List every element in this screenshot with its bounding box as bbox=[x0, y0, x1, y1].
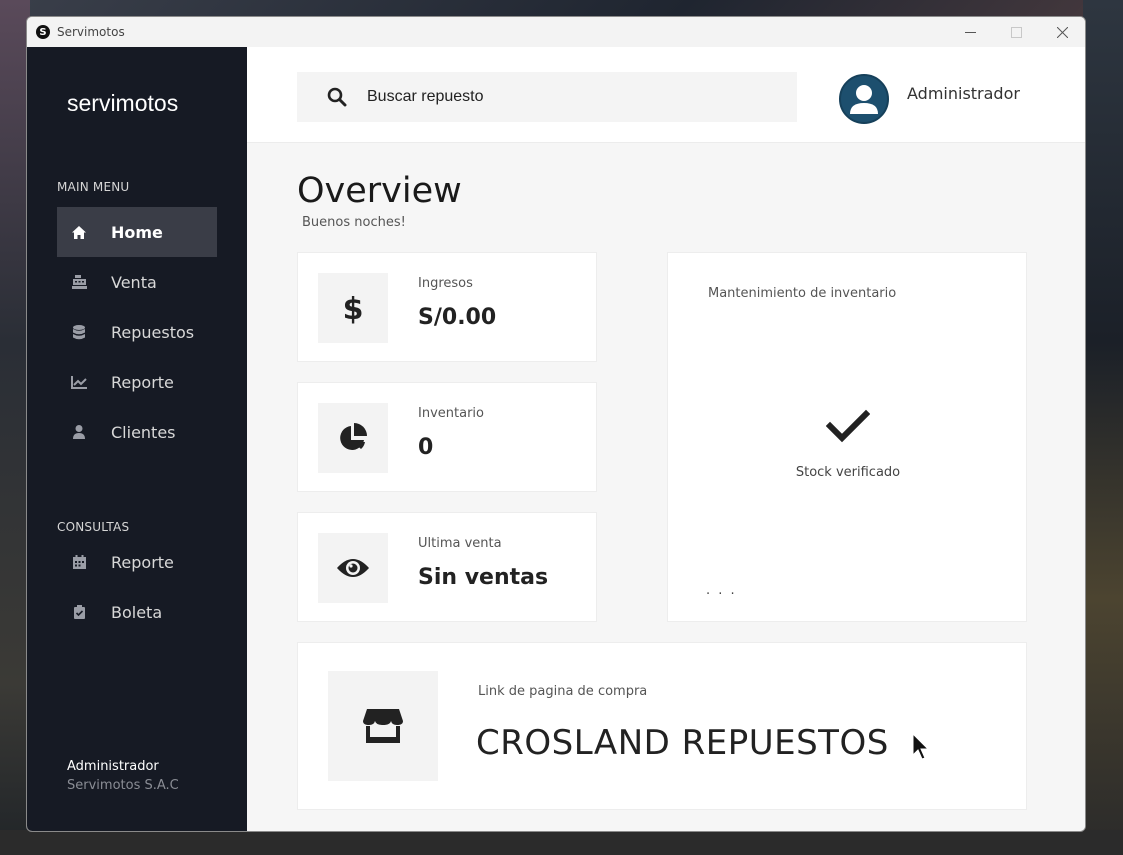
brand-name: servimotos bbox=[67, 90, 179, 116]
store-icon bbox=[328, 671, 438, 781]
minimize-icon bbox=[964, 31, 976, 33]
maintenance-footer: . . . bbox=[706, 583, 737, 598]
eye-icon bbox=[318, 533, 388, 603]
consultas-label: CONSULTAS bbox=[57, 520, 130, 534]
user-icon bbox=[71, 424, 87, 440]
desktop-background-right bbox=[1083, 0, 1123, 855]
app-logo-icon: S bbox=[36, 25, 50, 39]
purchase-link-card: Link de pagina de compra CROSLAND REPUES… bbox=[297, 642, 1027, 810]
purchase-link[interactable]: CROSLAND REPUESTOS bbox=[476, 723, 889, 763]
stat-value: S/0.00 bbox=[418, 305, 497, 330]
stat-value: 0 bbox=[418, 435, 434, 460]
stat-card-ingresos: $ Ingresos S/0.00 bbox=[297, 252, 597, 362]
main-menu-label: MAIN MENU bbox=[57, 180, 130, 194]
user-avatar-icon bbox=[850, 85, 878, 114]
maximize-icon bbox=[1010, 26, 1022, 38]
search-input[interactable] bbox=[367, 88, 767, 106]
sidebar-item-label: Home bbox=[111, 222, 163, 242]
sidebar-item-boleta[interactable]: Boleta bbox=[57, 587, 217, 637]
app-body: servimotos MAIN MENU Home Venta Repuesto… bbox=[27, 47, 1085, 831]
close-icon bbox=[1056, 26, 1068, 38]
sidebar-user-company: Servimotos S.A.C bbox=[67, 778, 179, 793]
search-icon bbox=[327, 87, 347, 107]
sidebar-item-reporte[interactable]: Reporte bbox=[57, 357, 217, 407]
calendar-icon bbox=[71, 554, 87, 570]
stat-label: Ultima venta bbox=[418, 536, 502, 551]
app-window: S Servimotos servimotos MAIN MENU Home V… bbox=[26, 16, 1086, 832]
top-bar: Administrador bbox=[247, 47, 1085, 143]
sidebar-user-block: Administrador Servimotos S.A.C bbox=[67, 759, 179, 793]
sidebar-item-label: Clientes bbox=[111, 422, 176, 442]
stock-status: Stock verificado bbox=[795, 465, 901, 480]
dollar-icon: $ bbox=[318, 273, 388, 343]
sidebar-item-label: Reporte bbox=[111, 552, 174, 572]
maximize-button[interactable] bbox=[993, 17, 1039, 47]
greeting-text: Buenos noches! bbox=[302, 215, 406, 230]
sidebar-user-name: Administrador bbox=[67, 759, 159, 774]
current-user-label[interactable]: Administrador bbox=[907, 84, 1020, 103]
sidebar-item-clientes[interactable]: Clientes bbox=[57, 407, 217, 457]
clipboard-check-icon bbox=[71, 604, 87, 620]
database-icon bbox=[71, 324, 87, 340]
window-title: Servimotos bbox=[57, 25, 125, 39]
sidebar-item-label: Boleta bbox=[111, 602, 163, 622]
sidebar-item-label: Repuestos bbox=[111, 322, 195, 342]
maintenance-card: Mantenimiento de inventario Stock verifi… bbox=[667, 252, 1027, 622]
sidebar-item-venta[interactable]: Venta bbox=[57, 257, 217, 307]
page-title: Overview bbox=[297, 171, 462, 211]
sidebar-item-label: Venta bbox=[111, 272, 157, 292]
purchase-link-label: Link de pagina de compra bbox=[478, 684, 648, 699]
maintenance-title: Mantenimiento de inventario bbox=[708, 286, 897, 301]
desktop-background-bottom bbox=[0, 830, 1123, 855]
svg-text:$: $ bbox=[343, 292, 364, 325]
pie-chart-icon bbox=[318, 403, 388, 473]
check-icon bbox=[826, 409, 870, 443]
home-icon bbox=[71, 224, 87, 240]
sidebar: servimotos MAIN MENU Home Venta Repuesto… bbox=[27, 47, 247, 831]
stat-label: Inventario bbox=[418, 406, 484, 421]
avatar[interactable] bbox=[839, 74, 889, 124]
sidebar-item-home[interactable]: Home bbox=[57, 207, 217, 257]
main-content: Administrador Overview Buenos noches! $ … bbox=[247, 47, 1085, 831]
minimize-button[interactable] bbox=[947, 17, 993, 47]
stat-card-ultima-venta: Ultima venta Sin ventas bbox=[297, 512, 597, 622]
cash-register-icon bbox=[71, 274, 87, 290]
stat-card-inventario: Inventario 0 bbox=[297, 382, 597, 492]
title-bar[interactable]: S Servimotos bbox=[27, 17, 1085, 47]
sidebar-item-repuestos[interactable]: Repuestos bbox=[57, 307, 217, 357]
sidebar-item-consulta-reporte[interactable]: Reporte bbox=[57, 537, 217, 587]
search-box[interactable] bbox=[297, 72, 797, 122]
stat-label: Ingresos bbox=[418, 276, 473, 291]
close-button[interactable] bbox=[1039, 17, 1085, 47]
mouse-pointer-icon bbox=[912, 733, 930, 760]
stat-value: Sin ventas bbox=[418, 565, 549, 590]
sidebar-item-label: Reporte bbox=[111, 372, 174, 392]
line-chart-icon bbox=[71, 374, 87, 390]
